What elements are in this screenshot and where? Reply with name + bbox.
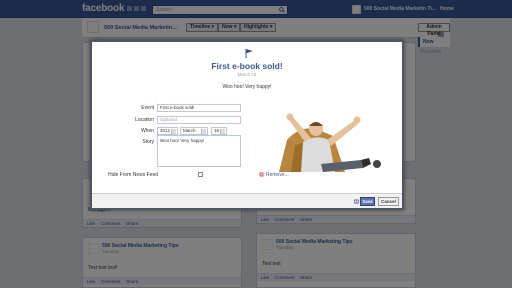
year-value: 2012 (160, 128, 171, 133)
when-label: When (140, 128, 154, 134)
cancel-button[interactable]: Cancel (378, 197, 399, 206)
hide-from-news-feed-label: Hide From News Feed (108, 172, 159, 178)
chevron-down-icon (201, 129, 206, 134)
month-value: March (183, 128, 196, 133)
milestone-flag-icon (245, 49, 253, 58)
remove-photo-link[interactable]: Remove... (266, 172, 289, 178)
remove-photo-icon[interactable] (259, 172, 264, 177)
location-label: Location (135, 117, 154, 123)
milestone-dialog: First e-book sold! March 18 Woo hoo! Ver… (90, 40, 404, 210)
location-field[interactable]: Optional (157, 116, 241, 124)
dialog-footer: Save Cancel (92, 193, 402, 208)
privacy-globe-icon[interactable] (353, 198, 360, 205)
day-select[interactable]: 18 (211, 127, 227, 135)
facebook-page: facebook Search 500 Social Media Marketi… (0, 0, 512, 288)
milestone-photo (257, 102, 392, 172)
dialog-title: First e-book sold! (211, 61, 283, 71)
event-field[interactable]: First e-book sold! (157, 104, 241, 112)
year-select[interactable]: 2012 (157, 127, 178, 135)
chevron-down-icon (171, 129, 176, 134)
dialog-date: March 18 (237, 72, 257, 77)
save-button[interactable]: Save (360, 197, 375, 206)
story-textarea[interactable]: Woo hoo! Very happy! (157, 135, 241, 167)
hide-from-news-feed-checkbox[interactable] (198, 172, 203, 177)
event-label: Event (141, 105, 154, 111)
dialog-subtitle: Woo hoo! Very happy! (222, 84, 272, 90)
story-label: Story (142, 139, 154, 145)
chevron-down-icon (220, 129, 225, 134)
location-placeholder: Optional (160, 117, 177, 122)
month-select[interactable]: March (180, 127, 208, 135)
day-value: 18 (214, 128, 220, 133)
